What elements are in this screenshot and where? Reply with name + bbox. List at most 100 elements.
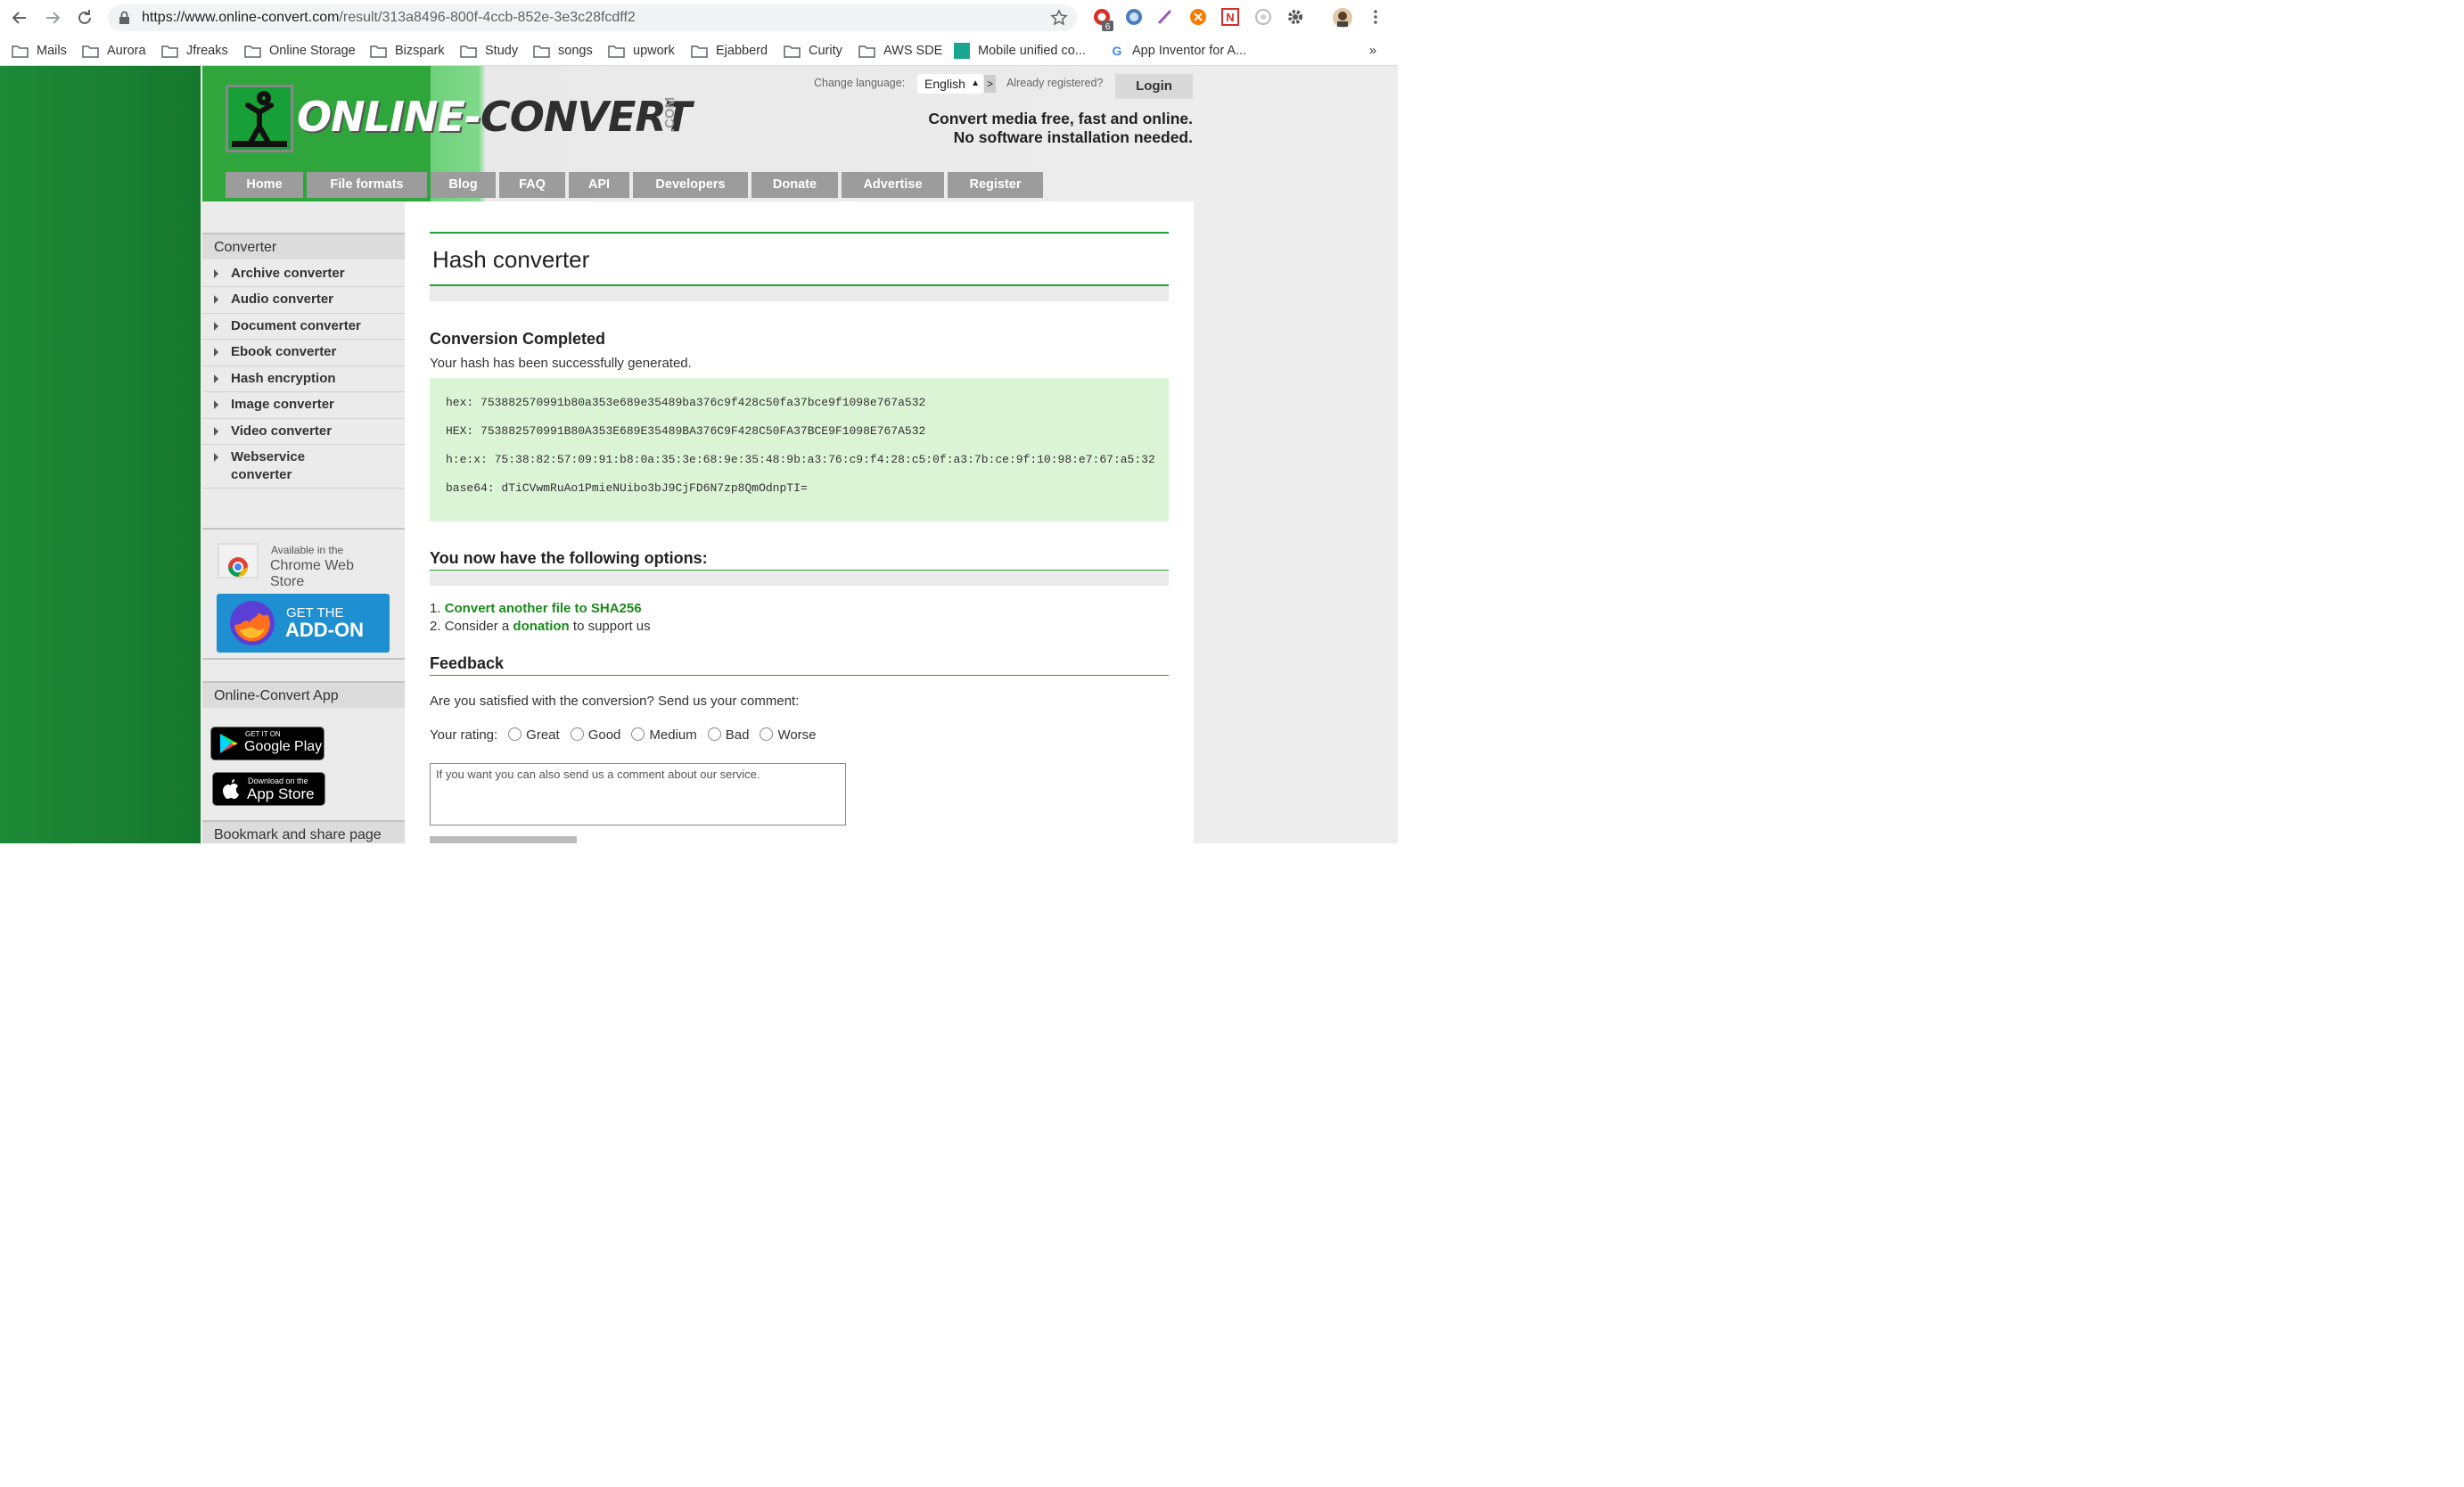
firefox-addon-badge[interactable]: GET THE ADD-ON	[217, 594, 390, 653]
menu-item-register[interactable]: Register	[948, 172, 1043, 198]
google-play-badge[interactable]: GET IT ON Google Play	[210, 727, 324, 760]
radio-button[interactable]	[508, 727, 522, 741]
folder-icon	[460, 45, 477, 58]
bookmark-folder[interactable]: songs	[533, 42, 593, 60]
folder-icon	[533, 45, 550, 58]
bookmark-folder[interactable]: AWS SDE	[858, 42, 942, 60]
converter-heading: Converter	[202, 233, 405, 259]
radio-button[interactable]	[631, 727, 645, 741]
bookmark-folder[interactable]: Study	[460, 42, 518, 60]
sidebar-item-video[interactable]: Video converter	[202, 419, 405, 445]
logo-figure-icon[interactable]	[226, 85, 293, 152]
menu-item-faq[interactable]: FAQ	[499, 172, 565, 198]
bookmark-folder[interactable]: Bizspark	[370, 42, 445, 60]
rating-group: Your rating: Great Good Medium Bad Worse	[430, 727, 817, 743]
menu-item-developers[interactable]: Developers	[633, 172, 748, 198]
bookmark-folder[interactable]: Jfreaks	[161, 42, 228, 60]
menu-item-advertise[interactable]: Advertise	[842, 172, 944, 198]
bookmark-folder[interactable]: upwork	[608, 42, 675, 60]
rating-bad[interactable]: Bad	[707, 727, 749, 743]
sidebar-item-ebook[interactable]: Ebook converter	[202, 340, 405, 366]
reload-icon[interactable]	[75, 8, 94, 28]
bookmark-link[interactable]: G App Inventor for A...	[1110, 42, 1247, 60]
sidebar-item-audio[interactable]: Audio converter	[202, 287, 405, 314]
svg-text:G: G	[1113, 44, 1122, 58]
caret-right-icon	[214, 269, 218, 278]
n-extension-icon[interactable]: N	[1220, 7, 1242, 29]
sidebar-item-document[interactable]: Document converter	[202, 314, 405, 340]
language-go-button[interactable]: >	[984, 75, 996, 93]
blue-circle-extension-icon[interactable]	[1124, 7, 1146, 29]
hash-result-box: hex: 753882570991b80a353e689e35489ba376c…	[430, 378, 1169, 522]
language-select[interactable]: English ▲	[917, 74, 983, 94]
folder-icon	[244, 45, 261, 58]
bookmark-folder[interactable]: Aurora	[82, 42, 146, 60]
bookmark-star-icon[interactable]	[1050, 9, 1068, 27]
bookmark-folder[interactable]: Online Storage	[244, 42, 356, 60]
folder-icon	[784, 45, 801, 58]
caret-right-icon	[214, 348, 218, 357]
app-store-badge[interactable]: Download on the App Store	[212, 772, 325, 806]
login-button[interactable]: Login	[1115, 74, 1193, 99]
main-menu: Home File formats Blog FAQ API Developer…	[226, 172, 1043, 198]
radio-button[interactable]	[760, 727, 774, 741]
divider	[202, 658, 405, 660]
folder-icon	[858, 45, 875, 58]
folder-icon	[691, 45, 708, 58]
bookmark-link[interactable]: Mobile unified co...	[954, 42, 1086, 60]
folder-icon	[12, 45, 29, 58]
google-icon: G	[1113, 44, 1122, 58]
radio-button[interactable]	[707, 727, 721, 741]
caret-right-icon	[214, 427, 218, 436]
menu-item-blog[interactable]: Blog	[431, 172, 496, 198]
chrome-web-store-badge[interactable]: Available in the Chrome Web Store	[216, 540, 390, 589]
sidebar-item-webservice[interactable]: Webservice converter	[202, 445, 405, 489]
site-logo[interactable]: ONLINE-CONVERT	[297, 93, 692, 141]
radio-button[interactable]	[570, 727, 584, 741]
camera-extension-icon[interactable]	[1253, 7, 1275, 29]
bookmark-folder[interactable]: Ejabberd	[691, 42, 768, 60]
rating-medium[interactable]: Medium	[631, 727, 697, 743]
menu-item-donate[interactable]: Donate	[752, 172, 838, 198]
back-arrow-icon[interactable]	[10, 8, 29, 28]
sidebar-item-hash[interactable]: Hash encryption	[202, 366, 405, 392]
hash-line-base64: base64: dTiCVwmRuAo1PmieNUibo3bJ9CjFD6N7…	[446, 481, 808, 495]
donation-link[interactable]: donation	[513, 619, 569, 634]
bookmark-folder[interactable]: Curity	[784, 42, 842, 60]
sidebar-item-image[interactable]: Image converter	[202, 392, 405, 419]
folder-icon	[608, 45, 625, 58]
bookmarks-bar: Mails Aurora Jfreaks Online Storage Bizs…	[0, 36, 1398, 66]
content-area: Converter Archive converter Audio conver…	[202, 201, 1194, 843]
comment-textarea[interactable]: If you want you can also send us a comme…	[430, 763, 846, 826]
profile-avatar-icon[interactable]	[1332, 7, 1353, 29]
bookmarks-overflow-button[interactable]: »	[1369, 42, 1376, 60]
forward-arrow-icon[interactable]	[43, 8, 62, 28]
menu-item-api[interactable]: API	[569, 172, 629, 198]
address-bar[interactable]: https://www.online-convert.com/result/31…	[108, 4, 1077, 31]
select-arrows-icon: ▲	[971, 78, 980, 88]
rating-worse[interactable]: Worse	[760, 727, 817, 743]
logo-com: .COM	[662, 96, 678, 132]
gear-extension-icon[interactable]	[1285, 7, 1307, 29]
sidebar-item-archive[interactable]: Archive converter	[202, 261, 405, 287]
teal-square-icon	[954, 43, 970, 59]
submit-button[interactable]	[430, 836, 577, 843]
caret-right-icon	[214, 453, 218, 462]
rating-good[interactable]: Good	[570, 727, 620, 743]
bookmark-folder[interactable]: Mails	[12, 42, 67, 60]
page-title: Hash converter	[432, 246, 590, 273]
folder-icon	[370, 45, 387, 58]
chrome-menu-icon[interactable]	[1366, 7, 1387, 29]
adblock-extension-icon[interactable]: 6	[1092, 7, 1113, 32]
svg-text:6: 6	[1105, 22, 1111, 32]
app-heading: Online-Convert App	[202, 681, 405, 708]
rating-great[interactable]: Great	[508, 727, 560, 743]
divider	[202, 528, 405, 530]
title-bar: Hash converter	[430, 232, 1169, 286]
lock-icon	[119, 11, 130, 25]
menu-item-home[interactable]: Home	[226, 172, 303, 198]
convert-another-link[interactable]: Convert another file to SHA256	[445, 601, 642, 616]
orange-extension-icon[interactable]	[1188, 7, 1210, 29]
menu-item-file-formats[interactable]: File formats	[307, 172, 427, 198]
pen-extension-icon[interactable]	[1155, 7, 1177, 29]
